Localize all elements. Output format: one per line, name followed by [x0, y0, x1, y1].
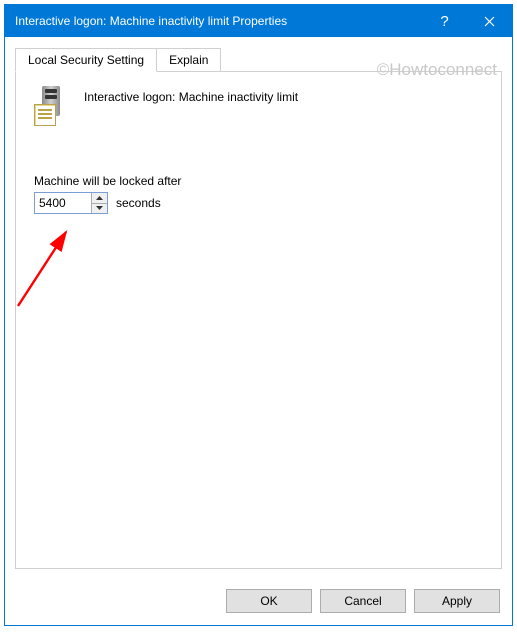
policy-header: Interactive logon: Machine inactivity li… [34, 86, 483, 128]
help-button[interactable]: ? [422, 5, 467, 37]
policy-icon [34, 86, 70, 128]
properties-dialog: Interactive logon: Machine inactivity li… [4, 4, 513, 626]
close-icon [484, 16, 495, 27]
spin-up-button[interactable] [92, 193, 107, 204]
ok-button[interactable]: OK [226, 589, 312, 613]
lock-after-label: Machine will be locked after [34, 174, 483, 188]
policy-title: Interactive logon: Machine inactivity li… [84, 86, 298, 104]
window-title: Interactive logon: Machine inactivity li… [15, 14, 422, 28]
chevron-down-icon [96, 206, 103, 210]
dialog-content: Local Security Setting Explain Interacti… [5, 37, 512, 579]
inactivity-field: Machine will be locked after [34, 174, 483, 214]
tab-local-security[interactable]: Local Security Setting [15, 48, 157, 72]
spinner-row: seconds [34, 192, 483, 214]
tab-explain[interactable]: Explain [156, 48, 221, 72]
spin-buttons [91, 193, 107, 213]
titlebar: Interactive logon: Machine inactivity li… [5, 5, 512, 37]
dialog-buttons: OK Cancel Apply [5, 579, 512, 625]
tab-strip: Local Security Setting Explain [15, 47, 502, 71]
spin-down-button[interactable] [92, 204, 107, 214]
apply-button[interactable]: Apply [414, 589, 500, 613]
seconds-input[interactable] [35, 193, 91, 213]
close-button[interactable] [467, 5, 512, 37]
chevron-up-icon [96, 196, 103, 200]
cancel-button[interactable]: Cancel [320, 589, 406, 613]
tab-panel: Interactive logon: Machine inactivity li… [15, 71, 502, 569]
titlebar-buttons: ? [422, 5, 512, 37]
seconds-unit: seconds [116, 196, 161, 210]
seconds-spinner [34, 192, 108, 214]
